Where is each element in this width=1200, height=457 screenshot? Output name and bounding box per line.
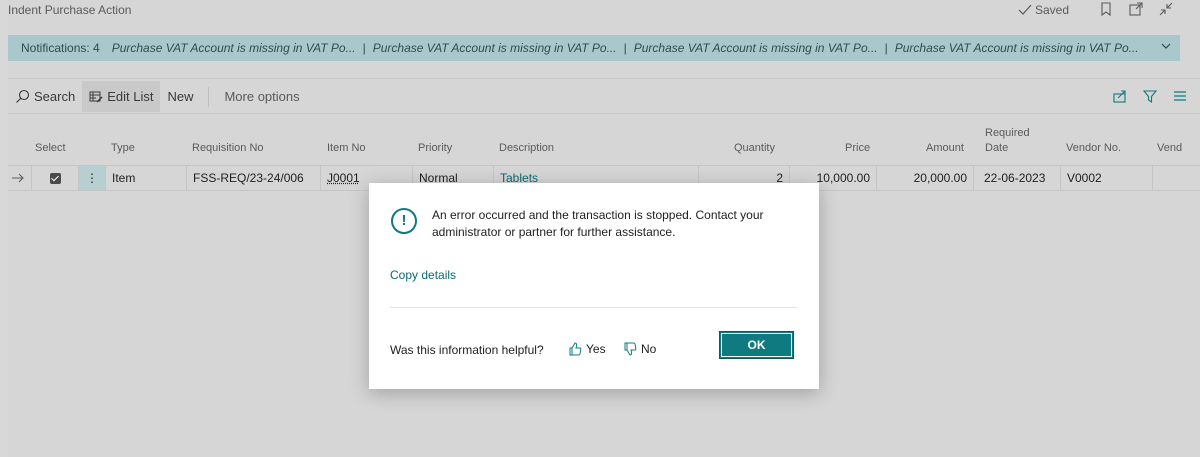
notification-message[interactable]: Purchase VAT Account is missing in VAT P… [373, 41, 617, 55]
vendor-no-cell[interactable]: V0002 [1060, 166, 1152, 190]
column-header-priority[interactable]: Priority [418, 141, 452, 156]
thumbs-up-icon [569, 342, 582, 356]
yes-label: Yes [586, 342, 606, 356]
column-header-price[interactable]: Price [845, 141, 870, 156]
notification-separator: | [623, 41, 627, 55]
toolbar-separator [208, 86, 210, 107]
notification-separator: | [362, 41, 366, 55]
column-header-vendor-name[interactable]: Vend [1157, 141, 1182, 156]
error-dialog: ! An error occurred and the transaction … [369, 183, 819, 389]
column-header-requisition-no[interactable]: Requisition No [192, 141, 264, 156]
dialog-divider [390, 307, 797, 308]
error-icon: ! [391, 208, 417, 234]
column-header-item-no[interactable]: Item No [327, 141, 366, 156]
ok-button[interactable]: OK [719, 331, 794, 359]
notification-message[interactable]: Purchase VAT Account is missing in VAT P… [634, 41, 878, 55]
column-header-required-date[interactable]: Required Date [985, 126, 1030, 156]
action-toolbar: Search Edit List New More options [8, 81, 1200, 112]
requisition-no-cell[interactable]: FSS-REQ/23-24/006 [186, 166, 320, 190]
saved-label: Saved [1035, 3, 1070, 17]
title-bar: Indent Purchase Action Saved [8, 0, 1200, 26]
error-message: An error occurred and the transaction is… [432, 208, 764, 239]
column-header-vendor-no[interactable]: Vendor No. [1066, 141, 1121, 156]
type-cell[interactable]: Item [105, 166, 186, 190]
column-header-quantity[interactable]: Quantity [734, 141, 775, 156]
column-header-date: Date [985, 142, 1009, 154]
edit-list-icon [89, 91, 103, 103]
chevron-down-icon[interactable] [1160, 40, 1172, 55]
column-header-type[interactable]: Type [111, 141, 135, 156]
helpful-question: Was this information helpful? [390, 343, 544, 357]
notification-message[interactable]: Purchase VAT Account is missing in VAT P… [112, 41, 356, 55]
share-icon[interactable] [1112, 88, 1128, 107]
notification-count: Notifications: 4 [21, 41, 100, 55]
saved-status: Saved [1018, 3, 1069, 17]
vendor-name-cell[interactable] [1152, 166, 1200, 190]
search-icon [16, 89, 30, 103]
helpful-no-button[interactable]: No [623, 342, 656, 356]
column-header-select[interactable]: Select [35, 141, 66, 156]
list-view-icon[interactable] [1172, 88, 1188, 107]
edit-list-button[interactable]: Edit List [82, 81, 161, 112]
grid-header: Select Type Requisition No Item No Prior… [8, 120, 1200, 164]
helpful-yes-button[interactable]: Yes [568, 342, 606, 356]
copy-details-link[interactable]: Copy details [390, 268, 456, 282]
select-checkbox[interactable] [50, 173, 61, 184]
notification-message[interactable]: Purchase VAT Account is missing in VAT P… [895, 41, 1139, 55]
column-header-required: Required [985, 127, 1030, 139]
column-header-description[interactable]: Description [499, 141, 554, 156]
search-button[interactable]: Search [8, 81, 82, 112]
collapse-icon[interactable] [1158, 1, 1174, 17]
amount-cell[interactable]: 20,000.00 [876, 166, 973, 190]
page-title: Indent Purchase Action [8, 3, 132, 17]
divider [8, 113, 1200, 114]
no-label: No [641, 342, 657, 356]
divider [8, 78, 1200, 79]
item-no-link[interactable]: J0001 [327, 171, 360, 185]
thumbs-down-icon [624, 342, 637, 356]
edit-list-label: Edit List [107, 89, 154, 104]
more-options-button[interactable]: More options [217, 81, 306, 112]
notification-bar[interactable]: Notifications: 4 Purchase VAT Account is… [8, 35, 1180, 61]
notification-separator: | [884, 41, 888, 55]
row-actions-icon[interactable]: ⋮ [78, 166, 105, 190]
filter-icon[interactable] [1142, 88, 1158, 107]
row-arrow-icon[interactable] [11, 166, 31, 190]
search-label: Search [34, 89, 76, 104]
required-date-cell[interactable]: 22-06-2023 [973, 166, 1060, 190]
bookmark-icon[interactable] [1098, 1, 1114, 17]
open-new-window-icon[interactable] [1128, 1, 1144, 17]
select-cell [31, 166, 78, 190]
column-header-amount[interactable]: Amount [926, 141, 964, 156]
check-icon [1018, 4, 1032, 15]
new-button[interactable]: New [160, 81, 200, 112]
